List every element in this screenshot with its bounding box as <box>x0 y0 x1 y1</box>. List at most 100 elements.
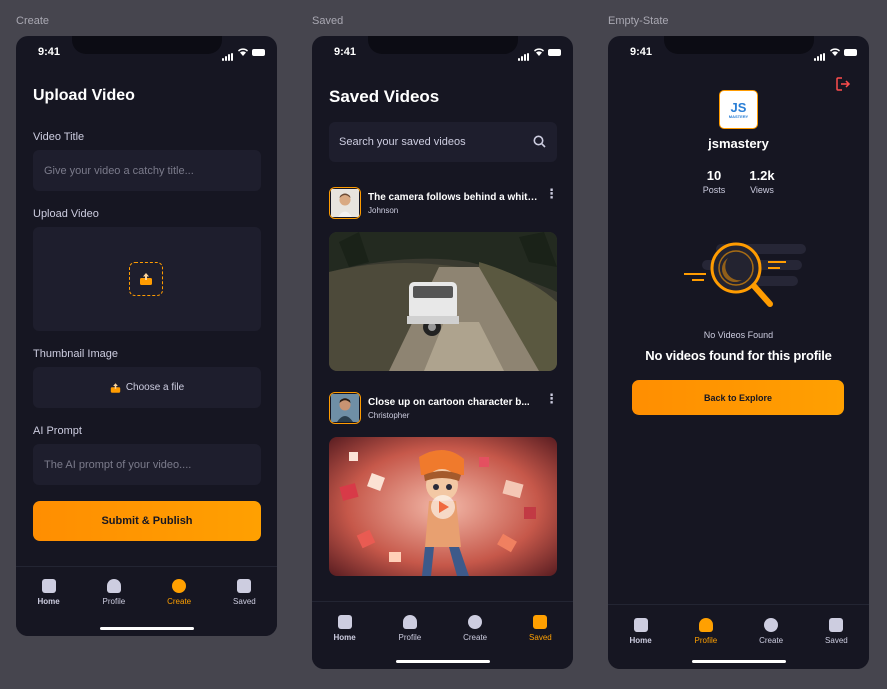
wifi-icon <box>830 48 840 56</box>
car-video-image <box>329 232 557 371</box>
status-bar: 9:41 <box>334 43 561 61</box>
tab-saved[interactable]: Saved <box>216 579 272 636</box>
video-thumbnail[interactable] <box>329 437 557 576</box>
empty-state-subtitle: No Videos Found <box>703 330 774 340</box>
video-title[interactable]: Close up on cartoon character b... <box>368 397 540 408</box>
tab-saved[interactable]: Saved <box>808 618 864 669</box>
page-title: Saved Videos <box>329 87 440 106</box>
battery-icon <box>252 48 265 56</box>
video-title-label: Video Title <box>33 131 85 143</box>
more-options-icon[interactable]: ⋮ <box>545 391 558 407</box>
tab-home[interactable]: Home <box>21 579 77 636</box>
profile-icon <box>106 579 121 593</box>
wifi-icon <box>238 48 248 56</box>
status-time: 9:41 <box>334 46 357 58</box>
views-stat: 1.2k Views <box>745 168 779 195</box>
views-count: 1.2k <box>749 168 775 183</box>
status-time: 9:41 <box>630 46 653 58</box>
tab-home-label: Home <box>629 636 652 645</box>
video-card-header: The camera follows behind a white... Joh… <box>329 187 540 219</box>
posts-count: 10 <box>706 168 722 183</box>
video-title[interactable]: The camera follows behind a white... <box>368 192 540 203</box>
posts-label: Posts <box>702 185 726 195</box>
home-icon <box>633 618 648 632</box>
tab-create-label: Create <box>463 633 488 642</box>
status-bar: 9:41 <box>630 43 857 61</box>
profile-icon <box>698 618 713 632</box>
views-label: Views <box>750 185 774 195</box>
more-options-icon[interactable]: ⋮ <box>545 186 558 202</box>
bookmark-icon <box>829 618 844 632</box>
home-icon <box>337 615 352 629</box>
video-card-header: Close up on cartoon character b... Chris… <box>329 392 540 424</box>
video-thumbnail[interactable] <box>329 232 557 371</box>
bookmark-icon <box>533 615 548 629</box>
page-title: Upload Video <box>33 87 135 104</box>
tab-profile-label: Profile <box>694 636 718 645</box>
tab-create-label: Create <box>759 636 784 645</box>
tab-saved[interactable]: Saved <box>512 615 568 669</box>
tab-profile-label: Profile <box>398 633 422 642</box>
username: jsmastery <box>708 136 769 151</box>
empty-magnifier-illustration <box>684 242 806 307</box>
wifi-icon <box>534 48 544 56</box>
plus-circle-icon <box>172 579 187 593</box>
phone-create: 9:41 Upload Video Video Title Give your … <box>16 36 277 636</box>
bookmark-icon <box>237 579 252 593</box>
tab-home-label: Home <box>333 633 356 642</box>
tab-bar: Home Profile Create Saved <box>16 566 277 636</box>
upload-video-dropzone[interactable] <box>33 227 261 331</box>
tab-saved-label: Saved <box>233 597 256 606</box>
home-icon <box>41 579 56 593</box>
signal-icon <box>222 43 234 61</box>
video-creator: Christopher <box>368 410 410 420</box>
phone-saved: 9:41 Saved Videos Search your saved vide… <box>312 36 573 669</box>
home-indicator <box>691 660 786 663</box>
avatar[interactable] <box>329 392 361 424</box>
upload-icon <box>129 262 163 296</box>
tab-profile-label: Profile <box>102 597 126 606</box>
frame-label-create: Create <box>16 15 50 27</box>
profile-icon <box>402 615 417 629</box>
ai-prompt-label: AI Prompt <box>33 425 82 437</box>
battery-icon <box>844 48 857 56</box>
tab-bar: Home Profile Create Saved <box>312 601 573 669</box>
choose-file-label: Choose a file <box>125 382 185 393</box>
tab-home[interactable]: Home <box>317 615 373 669</box>
tab-home-label: Home <box>37 597 60 606</box>
empty-state-title: No videos found for this profile <box>645 348 832 363</box>
upload-small-icon <box>110 382 121 393</box>
plus-circle-icon <box>468 615 483 629</box>
search-icon[interactable] <box>533 135 546 148</box>
tab-saved-label: Saved <box>825 636 848 645</box>
tab-create-label: Create <box>167 597 192 606</box>
submit-publish-button[interactable]: Submit & Publish <box>33 501 261 541</box>
ai-prompt-input[interactable]: The AI prompt of your video.... <box>33 444 261 485</box>
signal-icon <box>518 43 530 61</box>
posts-stat: 10 Posts <box>698 168 730 195</box>
video-creator: Johnson <box>368 205 399 215</box>
frame-label-empty-state: Empty-State <box>608 15 669 27</box>
home-indicator <box>99 627 194 630</box>
status-bar: 9:41 <box>38 43 265 61</box>
battery-icon <box>548 48 561 56</box>
home-indicator <box>395 660 490 663</box>
choose-file-button[interactable]: Choose a file <box>33 367 261 408</box>
logo-subtext: MASTERY <box>728 113 749 119</box>
profile-avatar-logo[interactable]: JS MASTERY <box>719 90 758 129</box>
tab-home[interactable]: Home <box>613 618 669 669</box>
tab-saved-label: Saved <box>529 633 552 642</box>
logout-icon[interactable] <box>836 77 851 91</box>
video-title-input[interactable]: Give your video a catchy title... <box>33 150 261 191</box>
back-to-explore-button[interactable]: Back to Explore <box>632 380 844 415</box>
cartoon-video-image <box>329 437 557 576</box>
logo-text: JS <box>730 99 747 115</box>
status-time: 9:41 <box>38 46 61 58</box>
signal-icon <box>814 43 826 61</box>
avatar[interactable] <box>329 187 361 219</box>
phone-empty-state: 9:41 JS MASTERY jsmastery 10 Posts 1.2k … <box>608 36 869 669</box>
upload-video-label: Upload Video <box>33 208 99 220</box>
thumbnail-label: Thumbnail Image <box>33 348 118 360</box>
search-input[interactable]: Search your saved videos <box>329 122 557 162</box>
frame-label-saved: Saved <box>312 15 344 27</box>
